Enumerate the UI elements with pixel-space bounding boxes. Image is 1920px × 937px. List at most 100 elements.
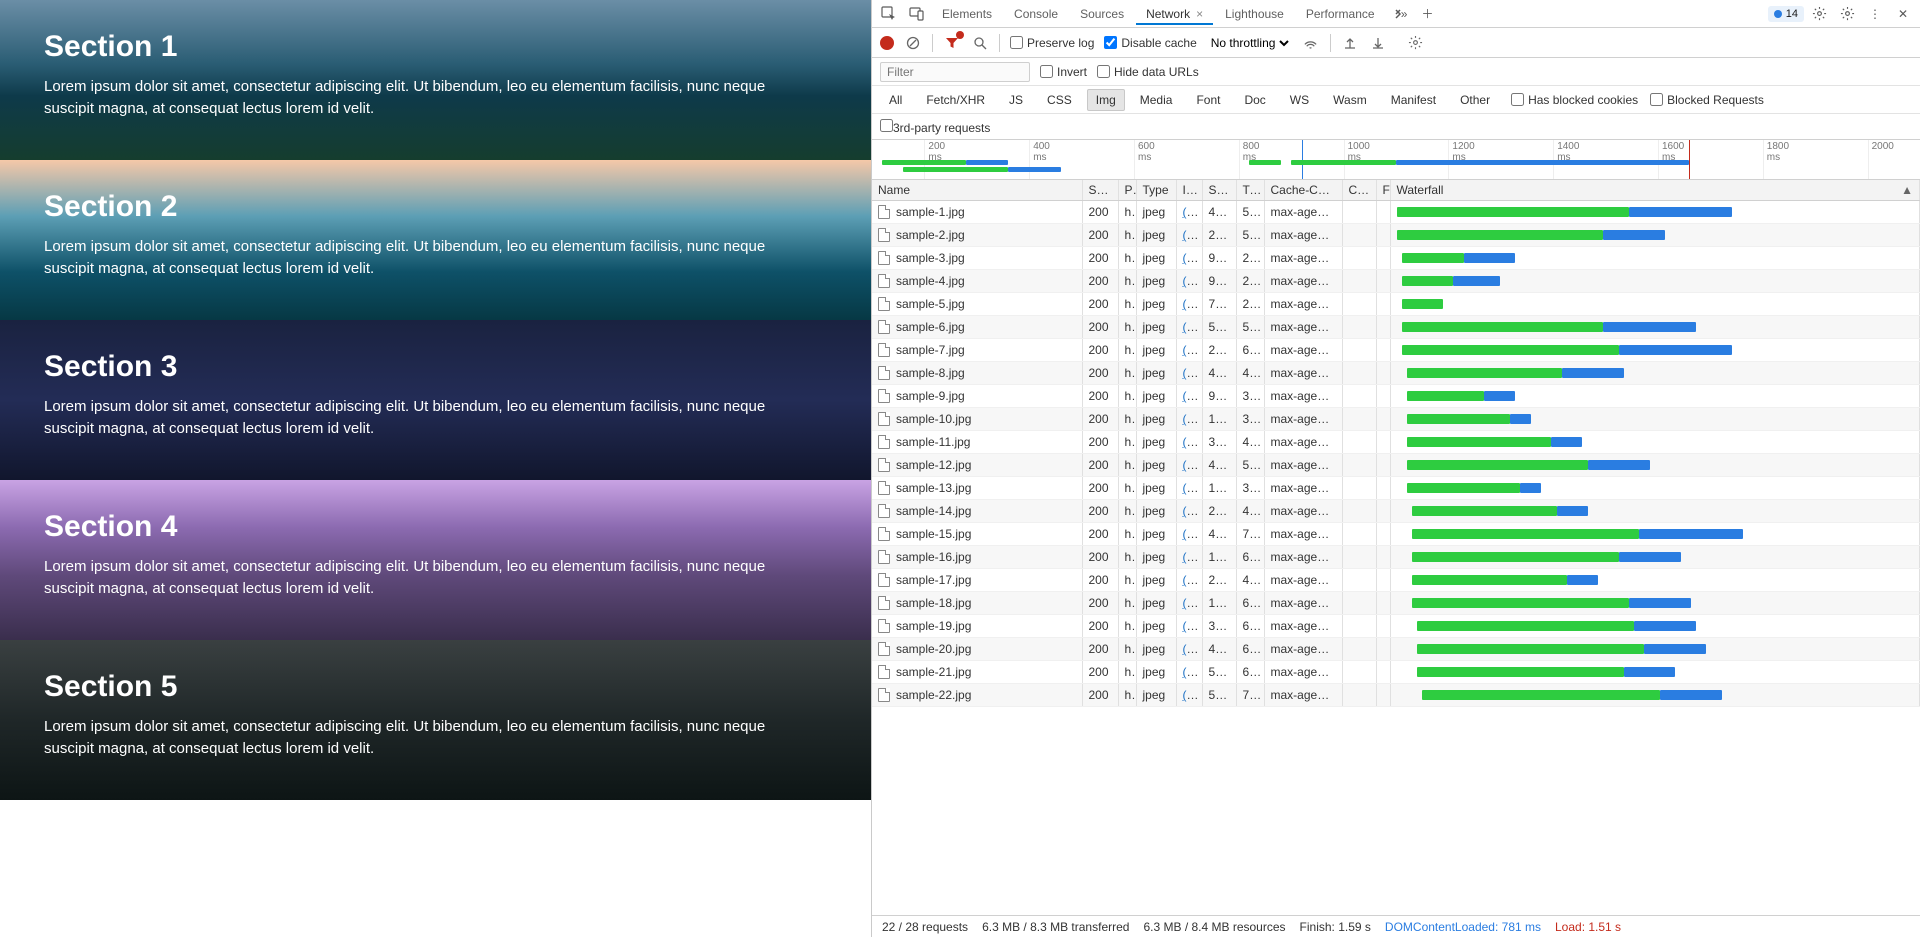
type-chip-other[interactable]: Other bbox=[1451, 89, 1499, 111]
has-blocked-cookies-checkbox[interactable]: Has blocked cookies bbox=[1511, 93, 1638, 107]
cell-initiator[interactable]: (i... bbox=[1176, 615, 1202, 638]
disable-cache-checkbox[interactable]: Disable cache bbox=[1104, 36, 1196, 50]
cell-name[interactable]: sample-16.jpg bbox=[872, 546, 1082, 569]
col-header-cache[interactable]: Cache-Control bbox=[1264, 180, 1342, 201]
tab-network[interactable]: Network bbox=[1136, 3, 1213, 25]
table-row[interactable]: sample-14.jpg200h..jpeg(i...25...44...ma… bbox=[872, 500, 1920, 523]
more-tabs-icon[interactable]: » bbox=[1387, 3, 1413, 25]
network-conditions-icon[interactable] bbox=[1302, 34, 1320, 52]
cell-name[interactable]: sample-4.jpg bbox=[872, 270, 1082, 293]
col-header-size[interactable]: Size bbox=[1202, 180, 1236, 201]
table-row[interactable]: sample-4.jpg200h..jpeg(i...97...25...max… bbox=[872, 270, 1920, 293]
col-header-waterfall[interactable]: Waterfall▲ bbox=[1390, 180, 1920, 201]
network-timeline[interactable]: 200 ms400 ms600 ms800 ms1000 ms1200 ms14… bbox=[872, 140, 1920, 180]
cell-name[interactable]: sample-21.jpg bbox=[872, 661, 1082, 684]
col-header-p[interactable]: P bbox=[1118, 180, 1136, 201]
blocked-requests-checkbox[interactable]: Blocked Requests bbox=[1650, 93, 1764, 107]
customize-gear-icon[interactable] bbox=[1834, 3, 1860, 25]
table-row[interactable]: sample-5.jpg200h..jpeg(i...76...26...max… bbox=[872, 293, 1920, 316]
hide-data-urls-checkbox[interactable]: Hide data URLs bbox=[1097, 65, 1199, 79]
device-toggle-icon[interactable] bbox=[904, 3, 930, 25]
import-har-icon[interactable] bbox=[1341, 34, 1359, 52]
cell-name[interactable]: sample-6.jpg bbox=[872, 316, 1082, 339]
type-chip-img[interactable]: Img bbox=[1087, 89, 1125, 111]
cell-name[interactable]: sample-3.jpg bbox=[872, 247, 1082, 270]
cell-initiator[interactable]: (i... bbox=[1176, 661, 1202, 684]
tab-lighthouse[interactable]: Lighthouse bbox=[1215, 3, 1294, 25]
type-chip-wasm[interactable]: Wasm bbox=[1324, 89, 1376, 111]
table-row[interactable]: sample-20.jpg200h..jpeg(i...45...69...ma… bbox=[872, 638, 1920, 661]
type-chip-js[interactable]: JS bbox=[1000, 89, 1032, 111]
table-row[interactable]: sample-18.jpg200h..jpeg(i...19...64...ma… bbox=[872, 592, 1920, 615]
table-row[interactable]: sample-10.jpg200h..jpeg(i...14...35...ma… bbox=[872, 408, 1920, 431]
cell-initiator[interactable]: (i... bbox=[1176, 247, 1202, 270]
table-row[interactable]: sample-16.jpg200h..jpeg(i...13...61...ma… bbox=[872, 546, 1920, 569]
table-row[interactable]: sample-7.jpg200h..jpeg(i...20...62...max… bbox=[872, 339, 1920, 362]
table-row[interactable]: sample-22.jpg200h..jpeg(i...58...73...ma… bbox=[872, 684, 1920, 707]
type-chip-manifest[interactable]: Manifest bbox=[1382, 89, 1445, 111]
issues-badge[interactable]: 14 bbox=[1768, 6, 1804, 22]
preserve-log-checkbox[interactable]: Preserve log bbox=[1010, 36, 1094, 50]
cell-name[interactable]: sample-22.jpg bbox=[872, 684, 1082, 707]
table-row[interactable]: sample-3.jpg200h..jpeg(i...90...26...max… bbox=[872, 247, 1920, 270]
cell-name[interactable]: sample-11.jpg bbox=[872, 431, 1082, 454]
cell-name[interactable]: sample-8.jpg bbox=[872, 362, 1082, 385]
cell-initiator[interactable]: (i... bbox=[1176, 362, 1202, 385]
table-row[interactable]: sample-8.jpg200h..jpeg(i...41...44...max… bbox=[872, 362, 1920, 385]
table-row[interactable]: sample-13.jpg200h..jpeg(i...12...35...ma… bbox=[872, 477, 1920, 500]
network-settings-icon[interactable] bbox=[1407, 34, 1425, 52]
inspect-element-icon[interactable] bbox=[876, 3, 902, 25]
tab-sources[interactable]: Sources bbox=[1070, 3, 1134, 25]
table-row[interactable]: sample-2.jpg200h..jpeg(i...21...54...max… bbox=[872, 224, 1920, 247]
type-chip-ws[interactable]: WS bbox=[1281, 89, 1318, 111]
cell-name[interactable]: sample-13.jpg bbox=[872, 477, 1082, 500]
table-row[interactable]: sample-9.jpg200h..jpeg(i...92...30...max… bbox=[872, 385, 1920, 408]
add-tab-icon[interactable]: ＋ bbox=[1415, 3, 1441, 25]
col-header-content[interactable]: Cont... bbox=[1342, 180, 1376, 201]
third-party-checkbox[interactable]: 3rd-party requests bbox=[880, 119, 990, 135]
settings-gear-icon[interactable] bbox=[1806, 3, 1832, 25]
table-row[interactable]: sample-6.jpg200h..jpeg(i...59...56...max… bbox=[872, 316, 1920, 339]
cell-name[interactable]: sample-12.jpg bbox=[872, 454, 1082, 477]
table-row[interactable]: sample-21.jpg200h..jpeg(i...51...64...ma… bbox=[872, 661, 1920, 684]
cell-name[interactable]: sample-7.jpg bbox=[872, 339, 1082, 362]
cell-initiator[interactable]: (i... bbox=[1176, 569, 1202, 592]
page-preview[interactable]: Section 1 Lorem ipsum dolor sit amet, co… bbox=[0, 0, 871, 937]
cell-initiator[interactable]: (i... bbox=[1176, 201, 1202, 224]
col-header-name[interactable]: Name bbox=[872, 180, 1082, 201]
cell-initiator[interactable]: (i... bbox=[1176, 546, 1202, 569]
cell-name[interactable]: sample-10.jpg bbox=[872, 408, 1082, 431]
cell-initiator[interactable]: (i... bbox=[1176, 293, 1202, 316]
table-row[interactable]: sample-19.jpg200h..jpeg(i...38...67...ma… bbox=[872, 615, 1920, 638]
clear-icon[interactable] bbox=[904, 34, 922, 52]
cell-initiator[interactable]: (i... bbox=[1176, 684, 1202, 707]
throttling-select[interactable]: No throttling bbox=[1207, 35, 1292, 51]
cell-name[interactable]: sample-2.jpg bbox=[872, 224, 1082, 247]
tab-console[interactable]: Console bbox=[1004, 3, 1068, 25]
col-header-initiator[interactable]: Ini... bbox=[1176, 180, 1202, 201]
cell-name[interactable]: sample-20.jpg bbox=[872, 638, 1082, 661]
cell-name[interactable]: sample-15.jpg bbox=[872, 523, 1082, 546]
table-row[interactable]: sample-12.jpg200h..jpeg(i...47...54...ma… bbox=[872, 454, 1920, 477]
col-header-type[interactable]: Type bbox=[1136, 180, 1176, 201]
table-row[interactable]: sample-1.jpg200h..jpeg(i...40...54...max… bbox=[872, 201, 1920, 224]
close-devtools-icon[interactable]: ✕ bbox=[1890, 3, 1916, 25]
col-header-time[interactable]: Ti... bbox=[1236, 180, 1264, 201]
col-header-f[interactable]: F. bbox=[1376, 180, 1390, 201]
cell-initiator[interactable]: (i... bbox=[1176, 500, 1202, 523]
type-chip-media[interactable]: Media bbox=[1131, 89, 1182, 111]
cell-initiator[interactable]: (i... bbox=[1176, 592, 1202, 615]
cell-initiator[interactable]: (i... bbox=[1176, 385, 1202, 408]
tab-elements[interactable]: Elements bbox=[932, 3, 1002, 25]
cell-initiator[interactable]: (i... bbox=[1176, 339, 1202, 362]
tab-performance[interactable]: Performance bbox=[1296, 3, 1385, 25]
cell-name[interactable]: sample-14.jpg bbox=[872, 500, 1082, 523]
cell-name[interactable]: sample-18.jpg bbox=[872, 592, 1082, 615]
network-request-table[interactable]: Name Status P Type Ini... Size Ti... Cac… bbox=[872, 180, 1920, 915]
cell-name[interactable]: sample-9.jpg bbox=[872, 385, 1082, 408]
cell-initiator[interactable]: (i... bbox=[1176, 523, 1202, 546]
type-chip-font[interactable]: Font bbox=[1187, 89, 1229, 111]
cell-name[interactable]: sample-17.jpg bbox=[872, 569, 1082, 592]
record-icon[interactable] bbox=[880, 36, 894, 50]
export-har-icon[interactable] bbox=[1369, 34, 1387, 52]
